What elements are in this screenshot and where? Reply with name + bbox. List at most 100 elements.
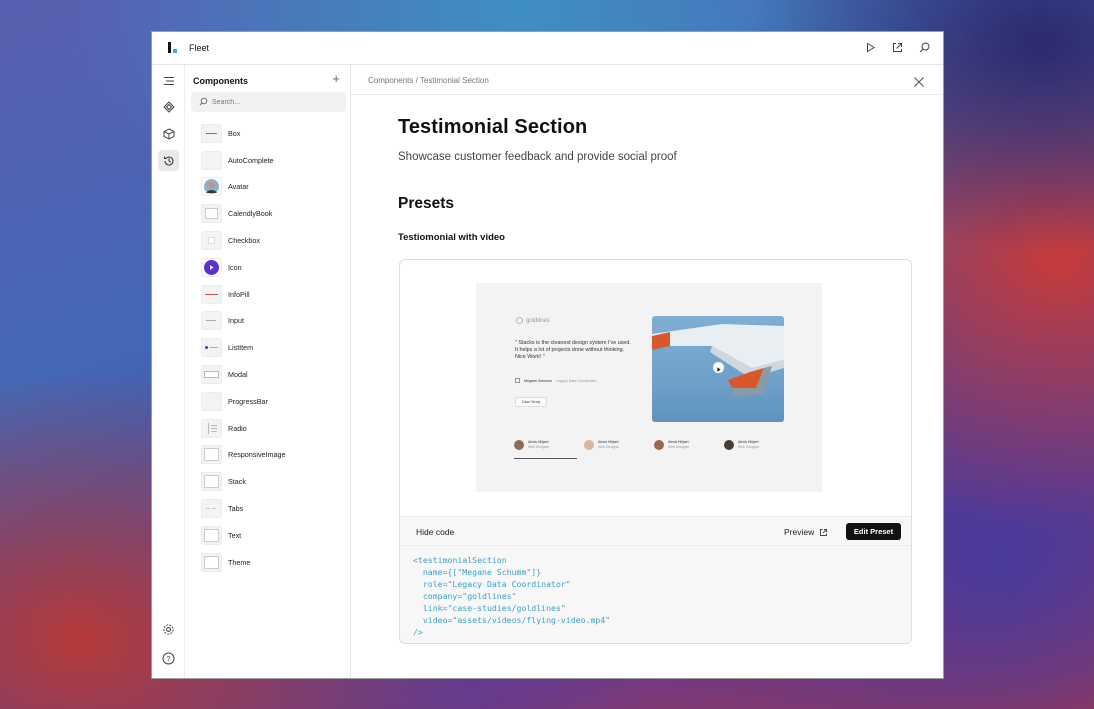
sidebar-item-label: Input — [228, 316, 244, 326]
open-external-icon[interactable] — [891, 41, 904, 54]
tab-role: Web Designer — [738, 445, 760, 449]
sidebar-item-input[interactable]: Input — [201, 308, 346, 335]
sidebar-item-text[interactable]: Text — [201, 522, 346, 549]
sidebar-item-label: Box — [228, 128, 241, 138]
app-title: Fleet — [189, 43, 210, 53]
sidebar-item-label: Theme — [228, 557, 251, 567]
avatar — [514, 440, 524, 450]
autocomplete-thumbnail — [201, 150, 222, 170]
sidebar-item-label: Modal — [228, 370, 248, 380]
components-icon[interactable] — [158, 96, 179, 117]
sidebar-item-label: Avatar — [228, 182, 249, 192]
preview-video — [652, 316, 784, 422]
sidebar-item-label: Icon — [228, 262, 242, 272]
checkbox-thumbnail — [201, 231, 222, 251]
add-component-button[interactable]: + — [332, 71, 340, 86]
preview-author-role: Legacy Data Coordinator — [556, 378, 597, 383]
user-avatar[interactable] — [158, 677, 179, 678]
brand-logo-icon — [516, 317, 523, 324]
sidebar-item-infopill[interactable]: InfoPill — [201, 281, 346, 308]
app-window: Fleet ? Components + Search... Box AutoC… — [151, 31, 944, 679]
infopill-thumbnail — [201, 284, 222, 304]
history-icon[interactable] — [158, 150, 179, 171]
sidebar-item-listitem[interactable]: ListItem — [201, 334, 346, 361]
progressbar-thumbnail — [201, 391, 222, 411]
sidebar-item-label: ResponsiveImage — [228, 450, 286, 460]
active-tab-indicator — [514, 458, 577, 459]
code-toolbar: Hide code Preview Edit Preset — [400, 516, 911, 546]
menu-icon[interactable] — [158, 70, 179, 91]
play-icon[interactable] — [864, 41, 877, 54]
video-play-icon — [713, 362, 724, 373]
sidebar-item-box[interactable]: Box — [201, 120, 346, 147]
tab-role: Web Designer — [598, 445, 620, 449]
sidebar-item-stack[interactable]: Stack — [201, 468, 346, 495]
tab-role: Web Designer — [668, 445, 690, 449]
avatar — [654, 440, 664, 450]
calendlybook-thumbnail — [201, 204, 222, 224]
title-bar: Fleet — [152, 32, 943, 65]
tabs-thumbnail — [201, 499, 222, 519]
search-box[interactable] — [191, 92, 346, 112]
open-external-icon — [820, 528, 828, 536]
sidebar-item-avatar[interactable]: Avatar — [201, 174, 346, 201]
author-icon — [515, 378, 520, 383]
stack-thumbnail — [201, 472, 222, 492]
search-icon[interactable] — [918, 41, 931, 54]
main-panel: Components / Testimonial Section Testimo… — [352, 65, 943, 678]
sidebar-item-progressbar[interactable]: ProgressBar — [201, 388, 346, 415]
svg-text:?: ? — [167, 656, 171, 663]
listitem-thumbnail — [201, 338, 222, 358]
sidebar-item-label: Checkbox — [228, 236, 260, 246]
preview-author: Megane Schumm Legacy Data Coordinator — [515, 378, 596, 383]
sidebar-item-label: ProgressBar — [228, 396, 268, 406]
sidebar-item-modal[interactable]: Modal — [201, 361, 346, 388]
sidebar-item-autocomplete[interactable]: AutoComplete — [201, 147, 346, 174]
tab-role: Web Designer — [528, 445, 550, 449]
help-icon[interactable]: ? — [158, 648, 179, 669]
sidebar-item-icon[interactable]: Icon — [201, 254, 346, 281]
preview-tab: Alexis Hillpert Web Designer — [514, 440, 584, 460]
avatar — [724, 440, 734, 450]
sidebar-item-label: Text — [228, 530, 242, 540]
icon-thumbnail — [201, 257, 222, 277]
page-subtitle: Showcase customer feedback and provide s… — [398, 151, 677, 163]
sidebar-item-tabs[interactable]: Tabs — [201, 495, 346, 522]
settings-icon[interactable] — [158, 619, 179, 640]
sidebar-item-label: CalendlyBook — [228, 209, 273, 219]
preview-case-study-button: Case Study — [515, 397, 547, 407]
breadcrumb: Components / Testimonial Section — [368, 76, 489, 85]
preview-brand: goldlines — [516, 317, 550, 324]
edit-preset-button[interactable]: Edit Preset — [846, 523, 901, 540]
app-logo-icon — [168, 42, 180, 54]
preview-link-label: Preview — [784, 527, 815, 537]
components-sidebar: Components + Box AutoComplete Avatar — [185, 65, 351, 678]
preview-tab: Alexis Hillpert Web Designer — [584, 440, 654, 460]
search-input[interactable] — [212, 98, 332, 106]
preset-heading: Testiomonial with video — [398, 232, 505, 243]
sidebar-item-radio[interactable]: Radio — [201, 415, 346, 442]
theme-thumbnail — [201, 552, 222, 572]
component-list: Box AutoComplete Avatar CalendlyBook Che… — [201, 120, 346, 576]
sidebar-item-theme[interactable]: Theme — [201, 549, 346, 576]
preview-tab: Alexis Hillpert Web Designer — [654, 440, 724, 460]
sidebar-item-responsiveimage[interactable]: ResponsiveImage — [201, 442, 346, 469]
sidebar-item-calendlybook[interactable]: CalendlyBook — [201, 200, 346, 227]
preview-author-name: Megane Schumm — [524, 378, 553, 383]
preview-link[interactable]: Preview — [784, 527, 828, 537]
package-icon[interactable] — [158, 123, 179, 144]
hide-code-button[interactable]: Hide code — [416, 527, 454, 537]
search-icon — [199, 93, 208, 111]
preview-tabs: Alexis Hillpert Web Designer Alexis Hillp… — [514, 440, 794, 460]
preset-card: goldlines " Stacks is the cleanest desig… — [399, 259, 912, 644]
preview-tab: Alexis Hillpert Web Designer — [724, 440, 794, 460]
sidebar-item-label: Radio — [228, 423, 247, 433]
sidebar-item-label: Stack — [228, 477, 246, 487]
avatar — [584, 440, 594, 450]
responsiveimage-thumbnail — [201, 445, 222, 465]
sidebar-item-label: Tabs — [228, 504, 244, 514]
close-icon[interactable] — [913, 75, 925, 87]
sidebar-item-checkbox[interactable]: Checkbox — [201, 227, 346, 254]
icon-rail: ? — [152, 65, 185, 678]
preset-preview[interactable]: goldlines " Stacks is the cleanest desig… — [476, 283, 822, 492]
